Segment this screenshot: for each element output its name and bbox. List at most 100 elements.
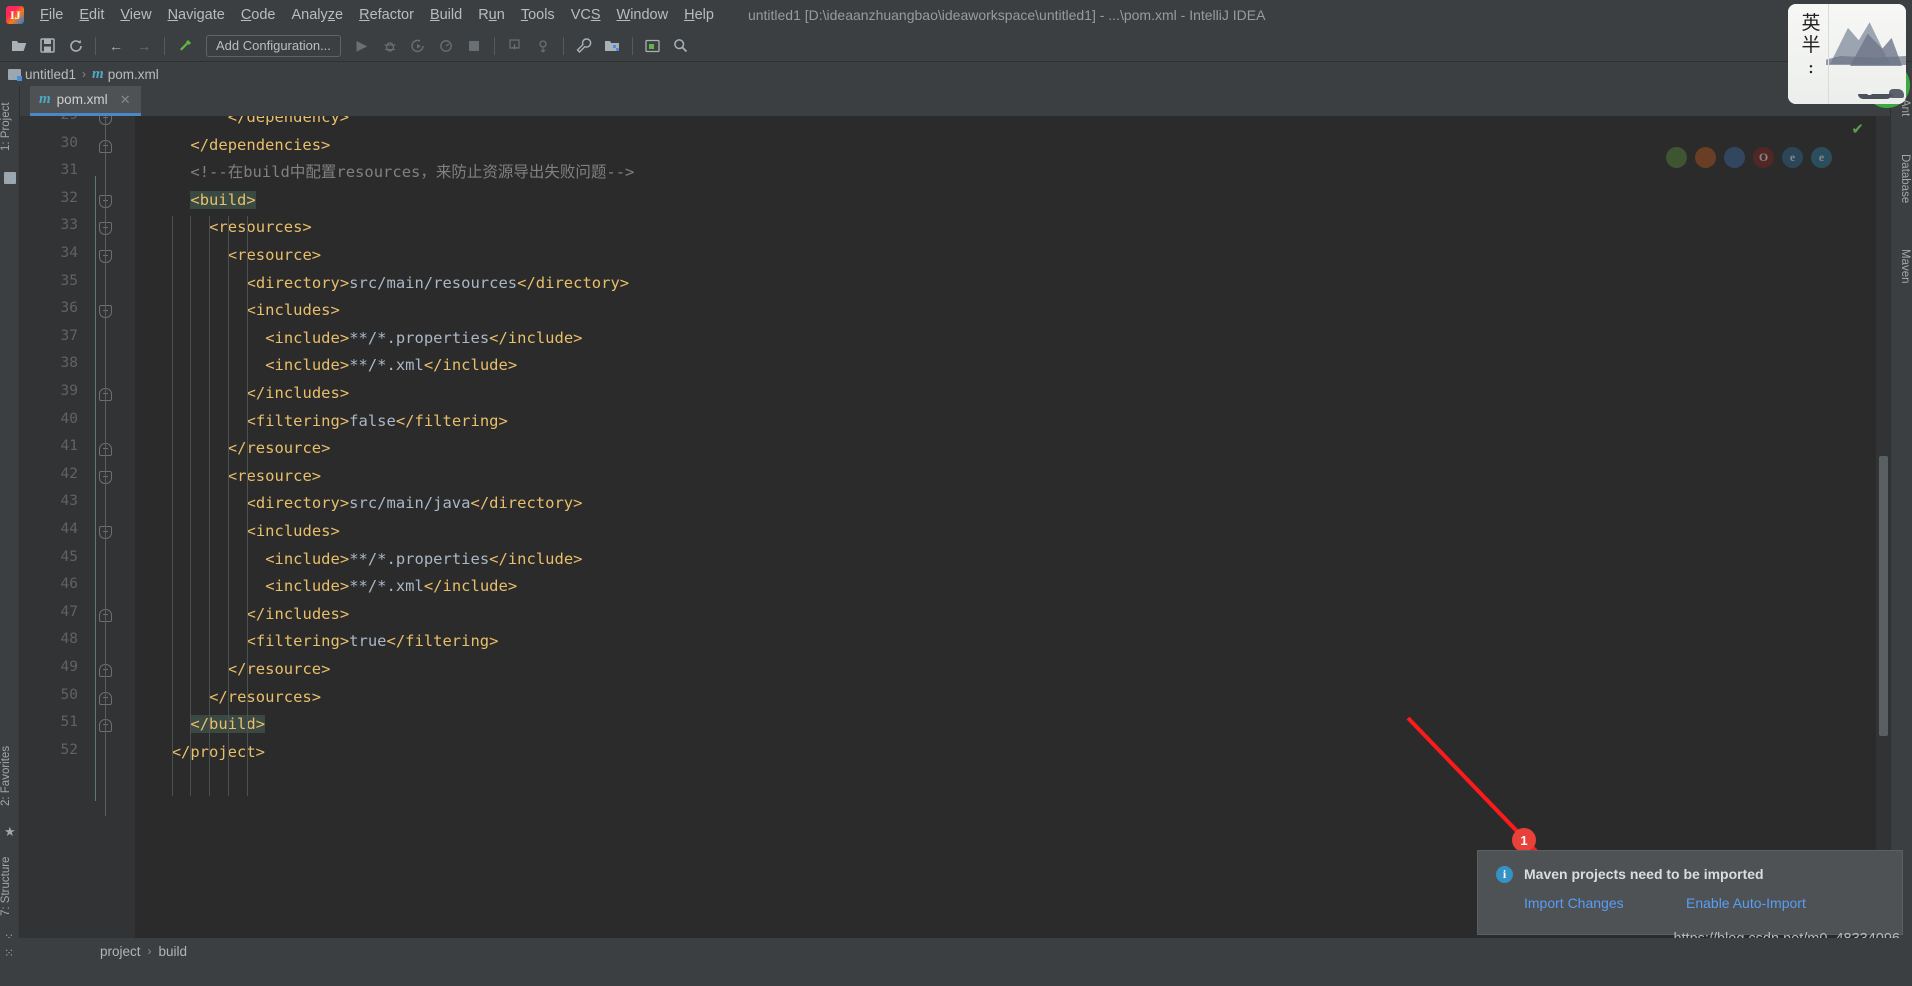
project-structure-icon[interactable] (599, 34, 625, 58)
code-token: <directory> (246, 494, 350, 513)
terminal-icon[interactable] (640, 34, 666, 58)
breadcrumb-project[interactable]: untitled1 (25, 67, 76, 82)
code-token: false (349, 411, 396, 430)
scrollbar-thumb[interactable] (1879, 456, 1888, 736)
update-project-icon[interactable] (502, 34, 528, 58)
menu-item-help[interactable]: Help (676, 4, 722, 26)
code-line[interactable]: <!--在build中配置resources，来防止资源导出失败问题--> (153, 159, 634, 187)
menu-item-tools[interactable]: Tools (513, 4, 563, 26)
code-line[interactable]: <directory>src/main/resources</directory… (153, 270, 630, 298)
line-number: 33 (60, 217, 78, 234)
status-breadcrumb-build[interactable]: build (159, 944, 188, 959)
indent-guide (171, 216, 173, 796)
code-line[interactable]: <filtering>false</filtering> (153, 408, 508, 436)
code-token: src/main/resources (349, 273, 518, 292)
gutter-row: 40 (20, 408, 135, 436)
stop-icon[interactable] (461, 34, 487, 58)
maven-tab-icon: m (39, 91, 51, 107)
breadcrumb-file[interactable]: pom.xml (108, 67, 159, 82)
intellij-idea-window: IJ File Edit View Navigate Code Analyze Refact… (0, 0, 1912, 986)
profile-icon[interactable] (433, 34, 459, 58)
code-line[interactable]: </resource> (153, 656, 331, 684)
opera-icon[interactable]: O (1753, 147, 1774, 168)
enable-auto-import-link[interactable]: Enable Auto-Import (1686, 895, 1806, 911)
menu-item-run[interactable]: Run (470, 4, 513, 26)
gutter-row: 34− (20, 242, 135, 270)
code-token: <filtering> (246, 411, 350, 430)
code-line[interactable]: </resources> (153, 684, 321, 712)
ink-painting-overlay: 英半: (1788, 4, 1906, 104)
forward-arrow-icon[interactable]: → (131, 34, 157, 58)
line-number: 30 (60, 134, 78, 151)
menu-item-file[interactable]: File (32, 4, 71, 26)
line-number: 42 (60, 465, 78, 482)
edge-icon[interactable]: e (1811, 147, 1832, 168)
code-line[interactable]: <filtering>true</filtering> (153, 628, 499, 656)
code-line[interactable]: <resource> (153, 242, 321, 270)
close-icon[interactable]: ✕ (120, 92, 131, 108)
line-number: 40 (60, 410, 78, 427)
sidebar-item-favorites[interactable]: 2: Favorites (0, 732, 20, 820)
sidebar-item-maven[interactable]: Maven (1891, 234, 1911, 298)
code-line[interactable]: <include>**/*.xml</include> (153, 573, 517, 601)
build-hammer-icon[interactable] (172, 34, 198, 58)
settings-wrench-icon[interactable] (571, 34, 597, 58)
save-all-icon[interactable] (34, 34, 60, 58)
code-content[interactable]: </dependency> </dependencies> <!--在build中配… (135, 116, 1890, 938)
code-line[interactable]: <resource> (153, 463, 321, 491)
menu-item-code[interactable]: Code (233, 4, 284, 26)
gutter-row: 43 (20, 490, 135, 518)
gutter-row: 35 (20, 270, 135, 298)
gutter-row: 36− (20, 297, 135, 325)
code-line[interactable]: </resource> (153, 435, 331, 463)
code-line[interactable]: <include>**/*.properties</include> (153, 325, 582, 353)
indent-guide (190, 216, 192, 796)
project-icon (4, 172, 16, 184)
sync-icon[interactable] (62, 34, 88, 58)
internet-explorer-icon[interactable]: e (1782, 147, 1803, 168)
code-token: src/main/java (349, 494, 471, 513)
code-line[interactable]: </includes> (153, 380, 350, 408)
commit-icon[interactable] (530, 34, 556, 58)
search-everywhere-icon[interactable] (668, 34, 694, 58)
code-line[interactable]: </dependencies> (153, 132, 330, 160)
menu-item-vcs[interactable]: VCS (563, 4, 609, 26)
menu-item-edit[interactable]: Edit (71, 4, 112, 26)
code-token: <include> (265, 577, 350, 596)
debug-icon[interactable] (377, 34, 403, 58)
gutter-row: 51− (20, 711, 135, 739)
code-line[interactable]: <include>**/*.properties</include> (153, 546, 582, 574)
code-line[interactable]: <resources> (153, 214, 312, 242)
code-line[interactable]: </includes> (153, 601, 350, 629)
code-line[interactable]: <include>**/*.xml</include> (153, 352, 517, 380)
code-editor[interactable]: 29−30− 31 32−33−34− 35 36− 37 38 39− 40 41−42− 43 4… (20, 116, 1890, 938)
window-title: untitled1 [D:\ideaanzhuangbao\ideaworksp… (747, 7, 1266, 23)
menu-item-navigate[interactable]: Navigate (160, 4, 233, 26)
menu-item-build[interactable]: Build (422, 4, 470, 26)
open-folder-icon[interactable] (6, 34, 32, 58)
menu-item-analyze[interactable]: Analyze (284, 4, 352, 26)
run-icon[interactable]: ▶ (349, 34, 375, 58)
indent-guide (209, 216, 211, 796)
tab-pom-xml[interactable]: m pom.xml ✕ (30, 86, 141, 116)
import-changes-link[interactable]: Import Changes (1524, 895, 1624, 911)
sidebar-item-structure[interactable]: 7: Structure (0, 842, 20, 930)
line-number: 47 (60, 603, 78, 620)
code-line[interactable]: <build> (153, 187, 256, 215)
menu-item-view[interactable]: View (112, 4, 159, 26)
run-with-coverage-icon[interactable] (405, 34, 431, 58)
status-breadcrumb-project[interactable]: project (100, 944, 141, 959)
menu-item-window[interactable]: Window (609, 4, 677, 26)
toggle-tool-windows-icon[interactable]: ⁙ (4, 946, 14, 960)
code-line[interactable]: <directory>src/main/java</directory> (153, 490, 583, 518)
menu-item-refactor[interactable]: Refactor (351, 4, 422, 26)
back-arrow-icon[interactable]: ← (103, 34, 129, 58)
code-line[interactable]: </dependency> (153, 116, 349, 132)
add-configuration-button[interactable]: Add Configuration... (206, 34, 341, 57)
sidebar-item-database[interactable]: Database (1891, 136, 1911, 222)
safari-icon[interactable] (1724, 147, 1745, 168)
chrome-icon[interactable] (1666, 147, 1687, 168)
editor-scrollbar[interactable] (1876, 116, 1890, 938)
sidebar-item-project[interactable]: 1: Project (0, 90, 20, 164)
firefox-icon[interactable] (1695, 147, 1716, 168)
